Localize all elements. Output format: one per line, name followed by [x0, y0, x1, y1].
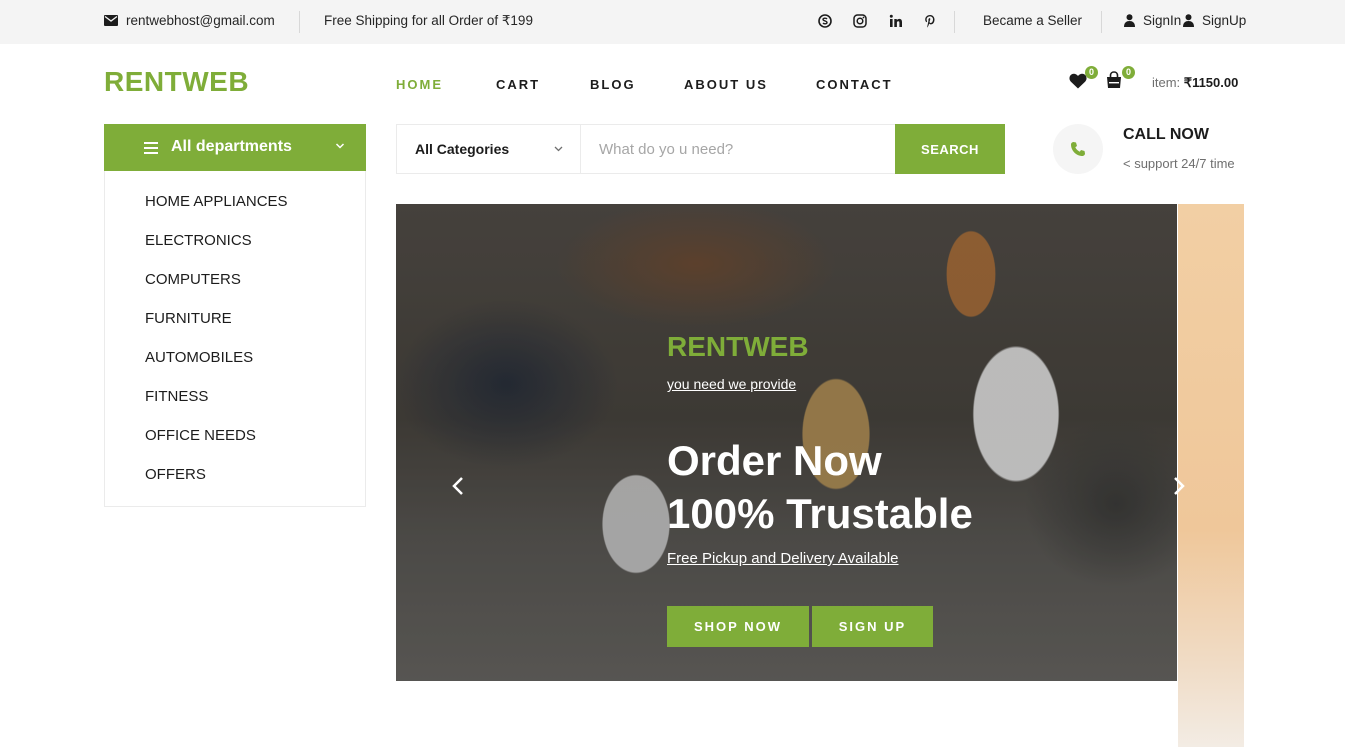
- hero-headline-line-2: 100% Trustable: [667, 490, 973, 537]
- shopping-bag-icon[interactable]: [1105, 71, 1123, 89]
- hero-brand: RENTWEB: [667, 331, 809, 362]
- search-button[interactable]: SEARCH: [895, 124, 1005, 174]
- cart-total: item: ₹1150.00: [1152, 75, 1238, 91]
- cart-count-badge: 0: [1122, 66, 1135, 79]
- site-logo[interactable]: RENTWEB: [104, 66, 249, 98]
- nav-blog[interactable]: BLOG: [590, 77, 636, 92]
- shipping-notice: Free Shipping for all Order of ₹199: [324, 13, 533, 28]
- hero-banner: RENTWEB you need we provide Order Now 10…: [396, 204, 1177, 681]
- department-item[interactable]: ELECTRONICS: [145, 232, 252, 249]
- nav-about-us[interactable]: ABOUT US: [684, 77, 768, 92]
- shop-now-button[interactable]: SHOP NOW: [667, 606, 809, 647]
- call-support-text: < support 24/7 time: [1123, 156, 1235, 171]
- department-item[interactable]: COMPUTERS: [145, 271, 241, 288]
- signup-link[interactable]: SignUp: [1202, 13, 1246, 28]
- all-departments-toggle[interactable]: All departments: [104, 124, 366, 171]
- hero-subline: Free Pickup and Delivery Available: [667, 550, 899, 567]
- topbar-divider: [954, 11, 955, 33]
- departments-title: All departments: [171, 138, 292, 155]
- category-select[interactable]: All Categories: [415, 141, 509, 157]
- chevron-down-icon: [335, 143, 345, 149]
- department-item[interactable]: HOME APPLIANCES: [145, 193, 288, 210]
- nav-contact[interactable]: CONTACT: [816, 77, 893, 92]
- signin-link[interactable]: SignIn: [1143, 13, 1181, 28]
- linkedin-icon[interactable]: [889, 13, 903, 29]
- department-item[interactable]: OFFICE NEEDS: [145, 427, 256, 444]
- envelope-icon: [104, 15, 118, 26]
- department-item[interactable]: FURNITURE: [145, 310, 232, 327]
- nav-cart[interactable]: CART: [496, 77, 540, 92]
- instagram-icon[interactable]: [853, 13, 867, 29]
- department-item[interactable]: AUTOMOBILES: [145, 349, 253, 366]
- heart-icon[interactable]: [1069, 73, 1087, 89]
- department-item[interactable]: OFFERS: [145, 466, 206, 483]
- hero-tagline: you need we provide: [667, 376, 797, 392]
- phone-badge: [1053, 124, 1103, 174]
- carousel-prev-icon[interactable]: [451, 476, 465, 496]
- skype-icon[interactable]: [818, 13, 832, 29]
- call-now-title: CALL NOW: [1123, 126, 1209, 143]
- cart-total-value: ₹1150.00: [1183, 75, 1239, 90]
- next-slide-preview: [1178, 204, 1244, 747]
- wishlist-count-badge: 0: [1085, 66, 1098, 79]
- hero-headline: Order Now 100% Trustable: [667, 434, 973, 540]
- top-bar: rentwebhost@gmail.com Free Shipping for …: [0, 0, 1345, 44]
- topbar-divider: [1101, 11, 1102, 33]
- phone-icon: [1071, 142, 1085, 156]
- chevron-down-icon: [554, 146, 563, 152]
- nav-home[interactable]: HOME: [396, 77, 443, 92]
- user-icon: [1124, 14, 1135, 27]
- become-seller-link[interactable]: Became a Seller: [983, 13, 1082, 28]
- sign-up-button[interactable]: SIGN UP: [812, 606, 933, 647]
- search-input[interactable]: [581, 125, 895, 173]
- department-item[interactable]: FITNESS: [145, 388, 208, 405]
- pinterest-icon[interactable]: [923, 13, 937, 29]
- topbar-divider: [299, 11, 300, 33]
- cart-total-label: item:: [1152, 75, 1184, 90]
- user-icon: [1183, 14, 1194, 27]
- hamburger-icon: [144, 142, 158, 154]
- carousel-next-icon[interactable]: [1172, 476, 1186, 496]
- departments-list: HOME APPLIANCES ELECTRONICS COMPUTERS FU…: [104, 171, 366, 507]
- contact-email: rentwebhost@gmail.com: [126, 13, 275, 28]
- hero-headline-line-1: Order Now: [667, 437, 882, 484]
